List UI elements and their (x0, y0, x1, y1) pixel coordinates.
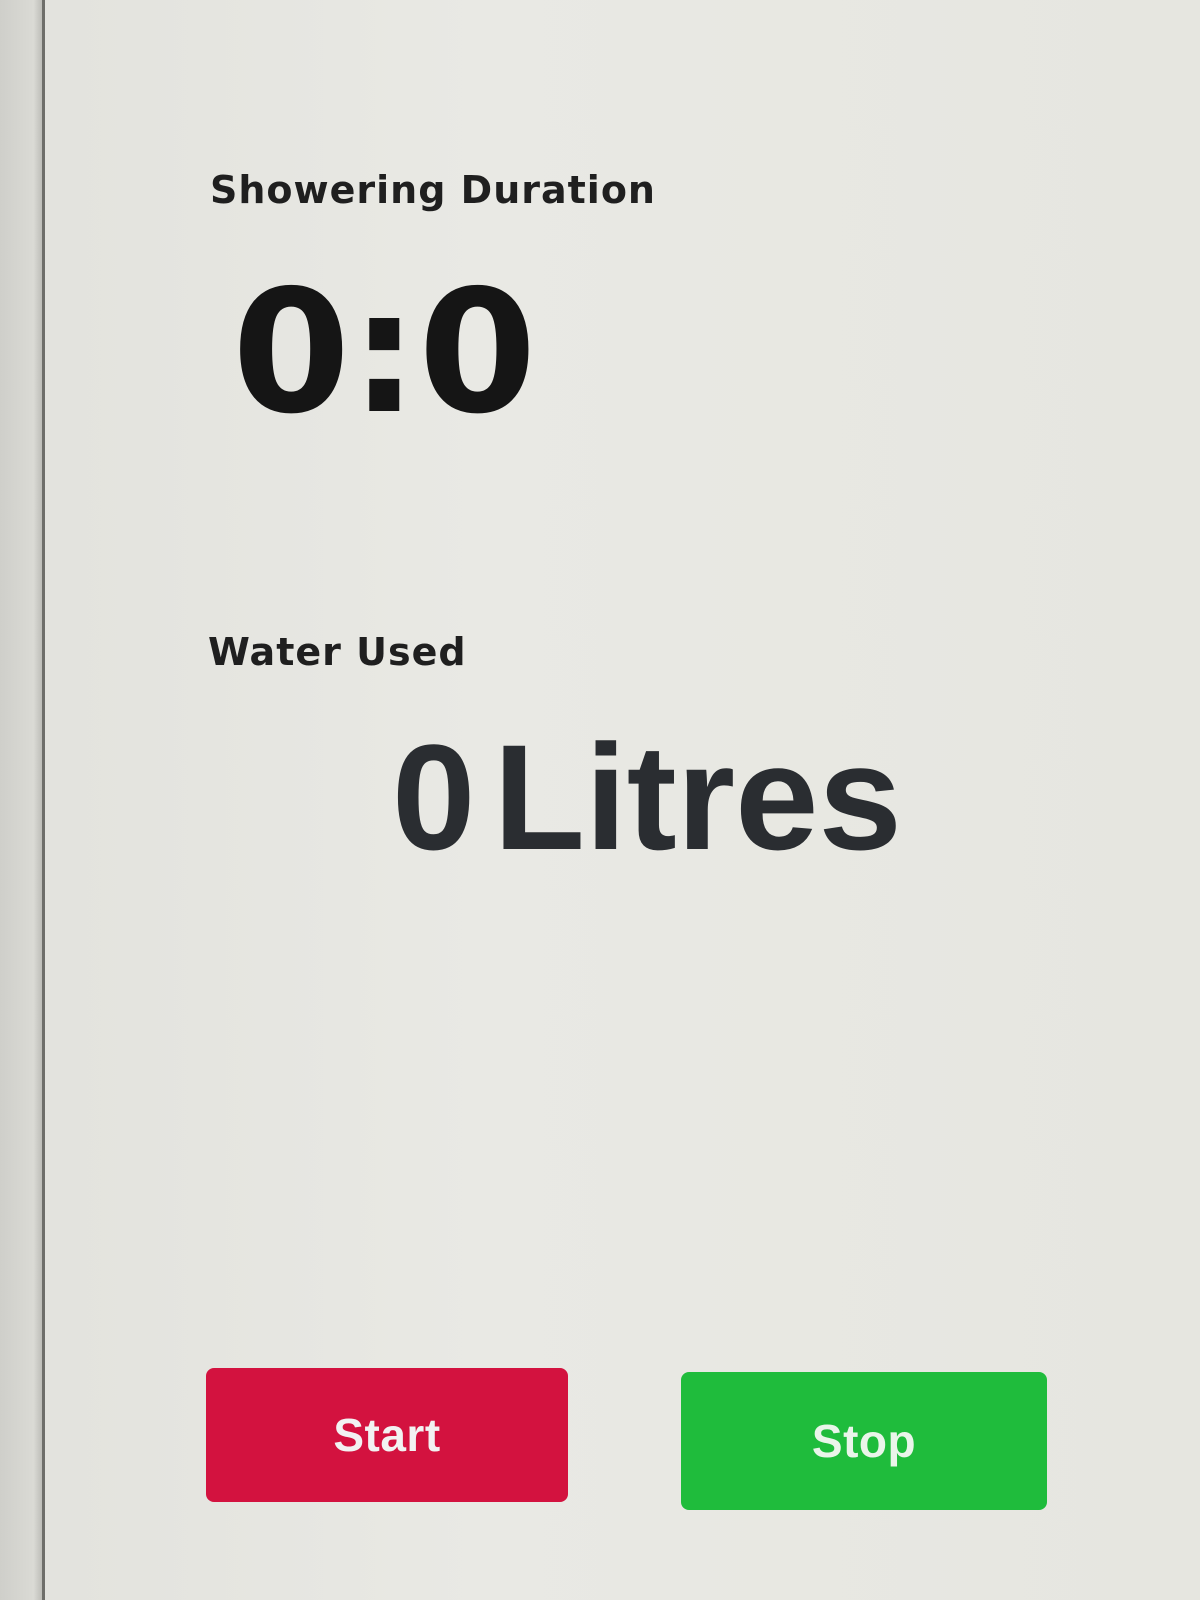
water-used-unit: Litres (493, 713, 902, 881)
monitor-bezel-edge (0, 0, 45, 1600)
stop-button[interactable]: Stop (681, 1372, 1047, 1510)
showering-duration-value: 0:0 (232, 254, 537, 452)
start-button[interactable]: Start (206, 1368, 568, 1502)
showering-duration-label: Showering Duration (210, 168, 656, 212)
water-used-label: Water Used (208, 630, 467, 674)
shower-monitor-screen: Showering Duration 0:0 Water Used 0 Litre… (0, 0, 1200, 1600)
water-used-display: 0 Litres (392, 722, 902, 872)
water-used-amount: 0 (392, 713, 476, 881)
